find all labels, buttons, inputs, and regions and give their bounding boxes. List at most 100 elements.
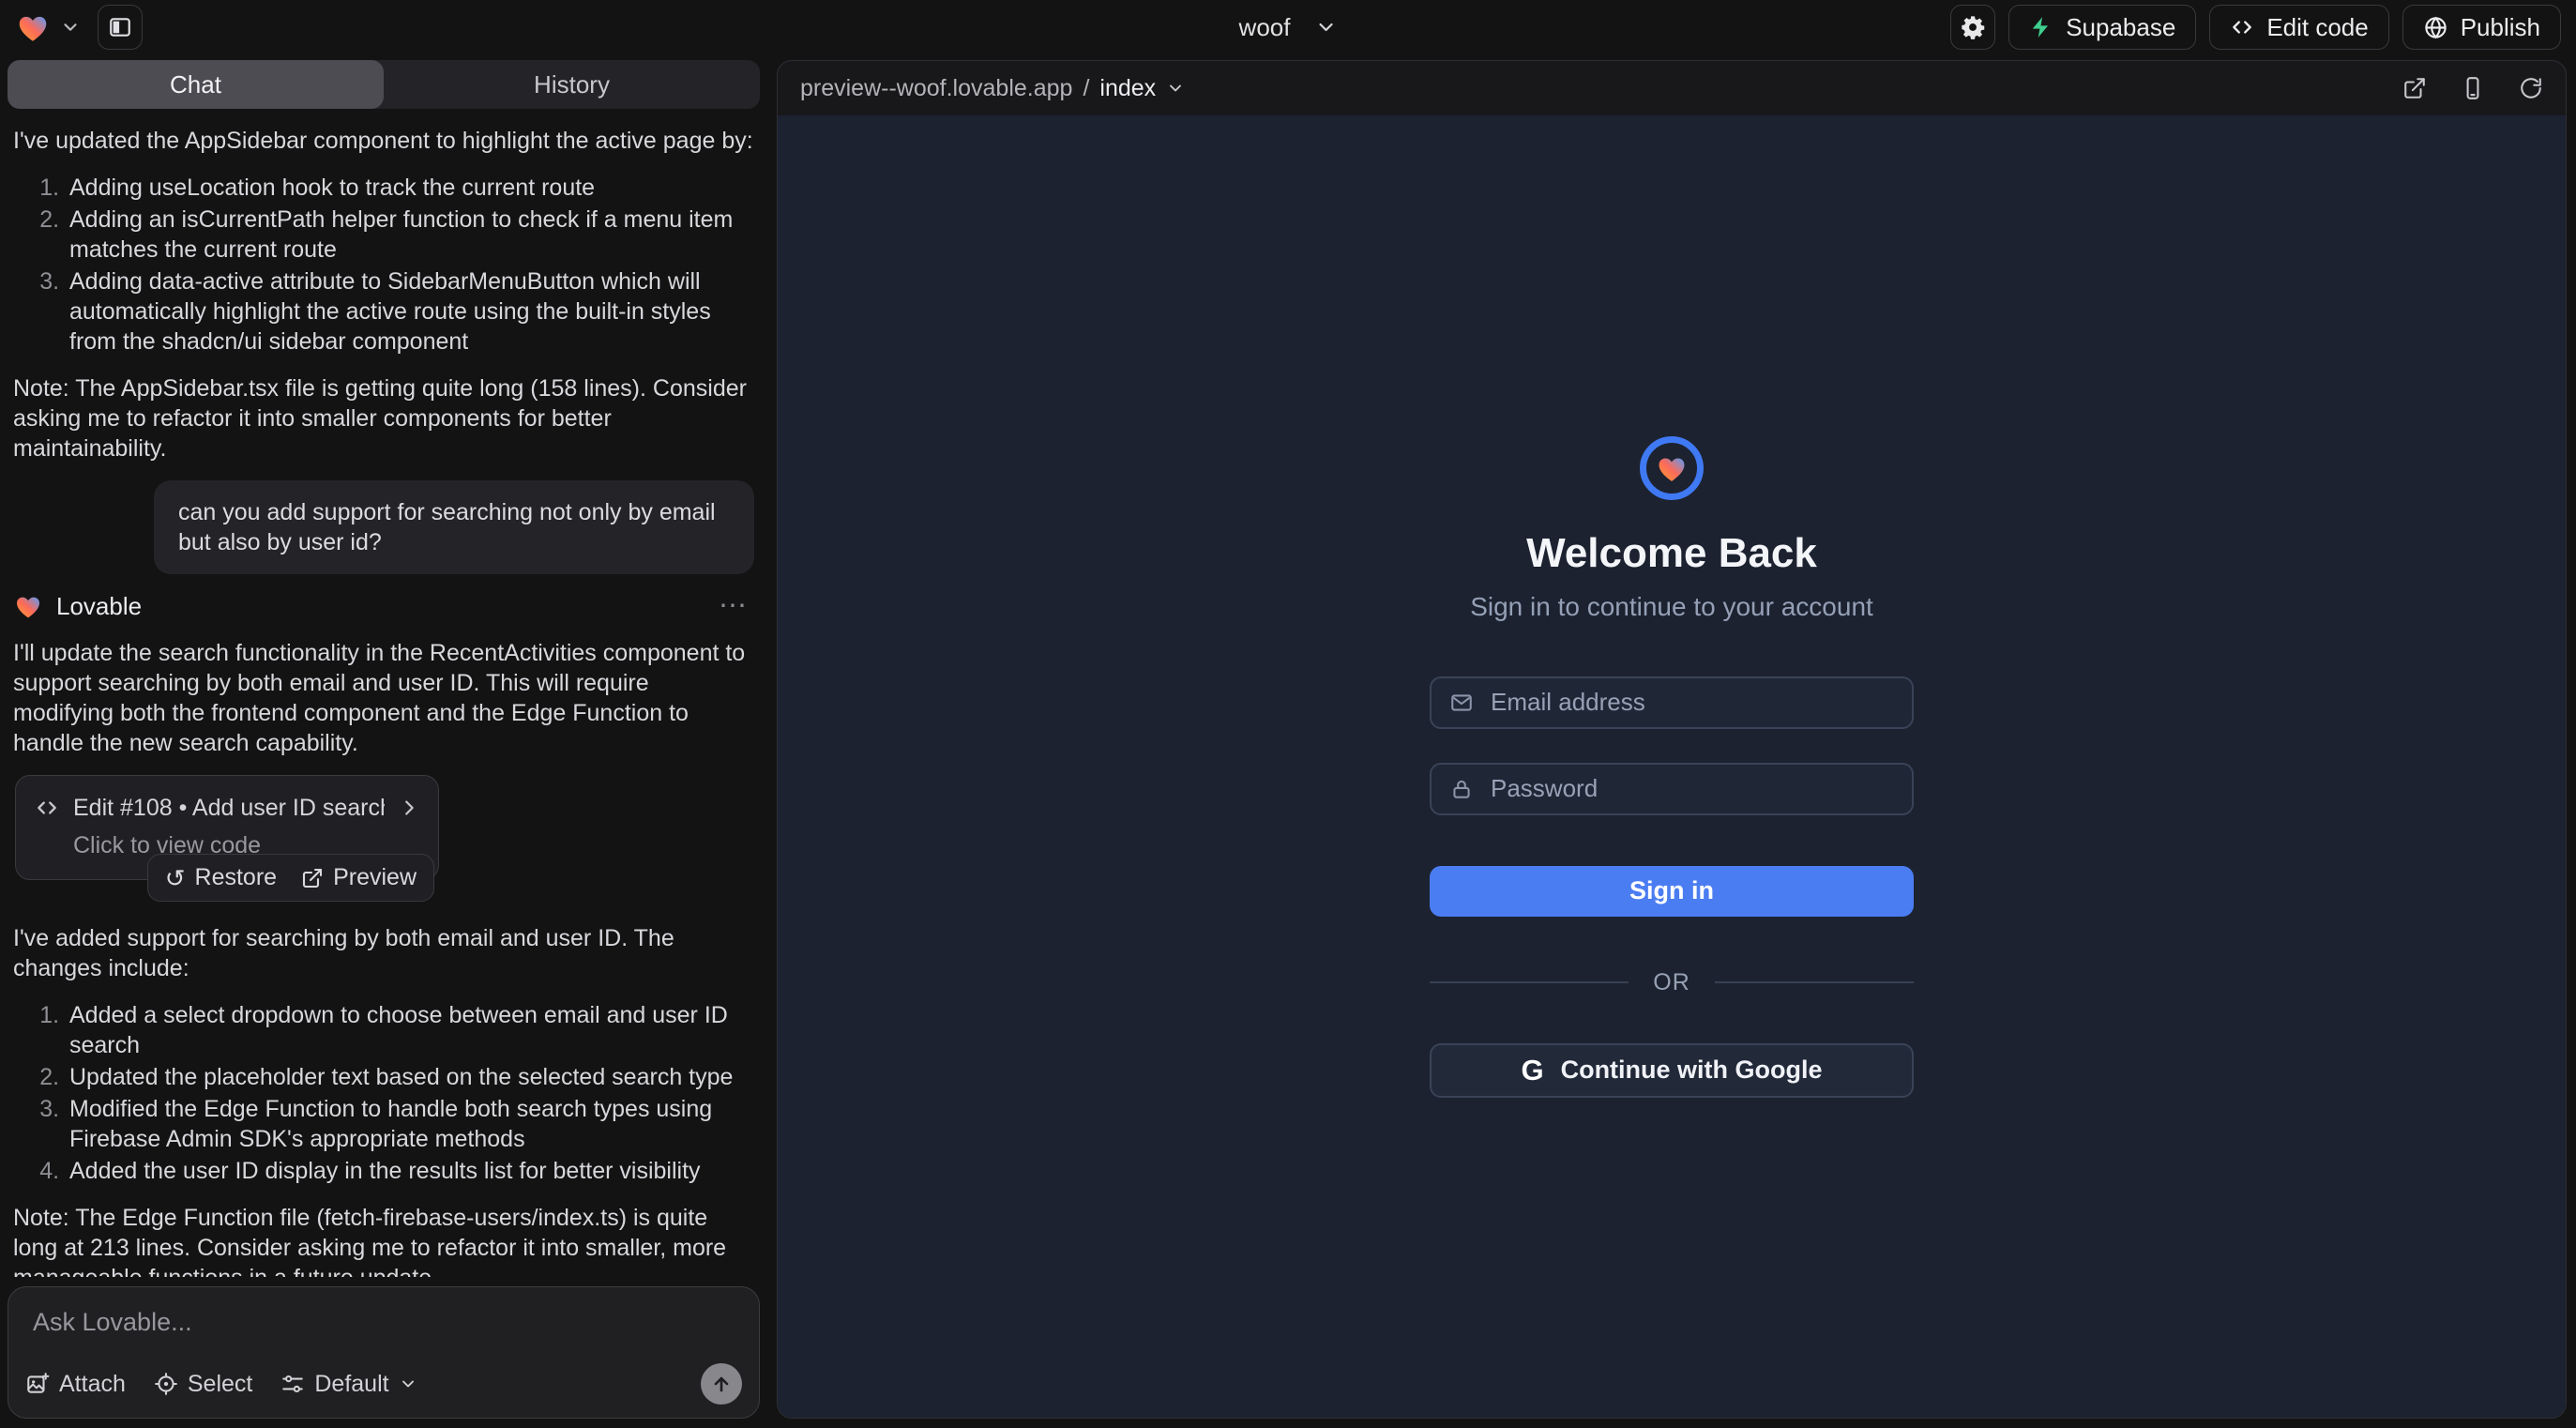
lovable-heart-icon [13, 591, 43, 621]
mobile-view-button[interactable] [2461, 76, 2485, 100]
mobile-device-icon [2461, 76, 2485, 100]
assistant-text: I've added support for searching by both… [13, 923, 754, 983]
project-switcher[interactable]: woof [1239, 13, 1338, 42]
attach-image-icon [25, 1372, 50, 1396]
edit-card-title: Edit #108 • Add user ID search supp... [73, 793, 385, 823]
login-card: Welcome Back Sign in to continue to your… [1430, 436, 1914, 1098]
email-field[interactable] [1430, 676, 1914, 729]
attach-button[interactable]: Attach [25, 1371, 126, 1398]
code-icon [2230, 15, 2254, 39]
google-g-icon: G [1521, 1054, 1543, 1087]
list-item: Added the user ID display in the results… [66, 1156, 754, 1186]
divider-line [1715, 981, 1914, 983]
app-preview: Welcome Back Sign in to continue to your… [778, 115, 2566, 1418]
chevron-down-icon [60, 17, 81, 38]
settings-button[interactable] [1950, 5, 1995, 50]
preview-url-path: index [1099, 75, 1156, 102]
assistant-text: Note: The AppSidebar.tsx file is getting… [13, 373, 754, 463]
mode-selector[interactable]: Default [280, 1371, 417, 1398]
edit-code-button[interactable]: Edit code [2209, 5, 2388, 50]
assistant-text: I'll update the search functionality in … [13, 638, 754, 758]
preview-url-separator: / [1083, 75, 1089, 102]
mode-label: Default [314, 1371, 388, 1398]
edit-code-label: Edit code [2266, 13, 2368, 42]
chat-messages[interactable]: I've updated the AppSidebar component to… [0, 109, 767, 1277]
open-in-new-tab-button[interactable] [2402, 76, 2427, 100]
lock-icon [1449, 777, 1474, 801]
preview-actions [2402, 76, 2543, 100]
panel-left-icon [108, 15, 132, 39]
preview-label: Preview [333, 864, 417, 891]
login-title: Welcome Back [1526, 530, 1817, 577]
edit-card-actions: ↺ Restore Preview [147, 854, 434, 902]
supabase-label: Supabase [2066, 13, 2175, 42]
list-item: Adding an isCurrentPath helper function … [66, 205, 754, 265]
chevron-down-icon [399, 1375, 417, 1393]
list-item: Modified the Edge Function to handle bot… [66, 1094, 754, 1154]
preview-url[interactable]: preview--woof.lovable.app / index [800, 75, 1185, 102]
project-name: woof [1239, 13, 1291, 42]
attach-label: Attach [59, 1371, 126, 1398]
sliders-icon [280, 1372, 305, 1396]
edit-version-card[interactable]: Edit #108 • Add user ID search supp... C… [15, 775, 439, 880]
chat-history-tabs: Chat History [8, 60, 760, 109]
preview-topbar: preview--woof.lovable.app / index [778, 61, 2566, 115]
chevron-down-icon [1166, 79, 1185, 98]
user-message: can you add support for searching not on… [154, 480, 754, 574]
preview-url-host: preview--woof.lovable.app [800, 75, 1072, 102]
assistant-list: Adding useLocation hook to track the cur… [13, 173, 754, 357]
globe-icon [2423, 15, 2448, 40]
arrow-up-icon [710, 1373, 733, 1395]
preview-panel: preview--woof.lovable.app / index [777, 60, 2567, 1419]
list-item: Added a select dropdown to choose betwee… [66, 1000, 754, 1060]
chevron-right-icon [399, 798, 419, 818]
password-field[interactable] [1430, 763, 1914, 815]
lovable-logo-menu[interactable] [15, 9, 81, 45]
restore-label: Restore [195, 864, 278, 891]
chevron-down-icon [1314, 16, 1337, 38]
gear-icon [1960, 14, 1986, 40]
user-message-text: can you add support for searching not on… [178, 499, 716, 555]
refresh-preview-button[interactable] [2519, 76, 2543, 100]
restore-icon: ↺ [165, 866, 186, 890]
sign-in-button[interactable]: Sign in [1430, 866, 1914, 917]
send-button[interactable] [701, 1363, 742, 1405]
or-divider: OR [1430, 969, 1914, 996]
publish-button[interactable]: Publish [2402, 5, 2561, 50]
list-item: Adding useLocation hook to track the cur… [66, 173, 754, 203]
composer: Attach Select Default [8, 1286, 760, 1419]
restore-button[interactable]: ↺ Restore [165, 864, 277, 891]
assistant-name: Lovable [56, 591, 142, 621]
chat-panel: Chat History I've updated the AppSidebar… [0, 54, 767, 1428]
supabase-bolt-icon [2029, 15, 2053, 39]
message-menu-button[interactable]: ⋯ [711, 592, 754, 620]
login-subtitle: Sign in to continue to your account [1470, 592, 1873, 622]
external-link-icon [301, 867, 324, 889]
select-label: Select [188, 1371, 252, 1398]
tab-chat[interactable]: Chat [8, 60, 384, 109]
assistant-message-header: Lovable ⋯ [13, 591, 754, 621]
external-link-icon [2402, 76, 2427, 100]
select-element-button[interactable]: Select [154, 1371, 252, 1398]
assistant-list: Added a select dropdown to choose betwee… [13, 1000, 754, 1186]
lovable-heart-icon [15, 9, 51, 45]
password-input[interactable] [1489, 773, 1894, 804]
heart-logo-icon [1655, 451, 1689, 485]
mail-icon [1449, 691, 1474, 715]
locate-icon [154, 1372, 178, 1396]
assistant-text: Note: The Edge Function file (fetch-fire… [13, 1203, 754, 1277]
chat-input[interactable] [25, 1302, 742, 1343]
email-input[interactable] [1489, 687, 1894, 718]
google-sign-in-button[interactable]: G Continue with Google [1430, 1043, 1914, 1098]
supabase-button[interactable]: Supabase [2008, 5, 2196, 50]
preview-button[interactable]: Preview [301, 864, 417, 891]
tab-history[interactable]: History [384, 60, 760, 109]
topbar: woof Supabase Edit code P [0, 0, 2576, 54]
divider-line [1430, 981, 1629, 983]
toggle-sidebar-button[interactable] [98, 5, 143, 50]
assistant-text: I've updated the AppSidebar component to… [13, 126, 754, 156]
google-label: Continue with Google [1561, 1056, 1823, 1085]
or-label: OR [1653, 969, 1690, 996]
list-item: Adding data-active attribute to SidebarM… [66, 266, 754, 357]
list-item: Updated the placeholder text based on th… [66, 1062, 754, 1092]
